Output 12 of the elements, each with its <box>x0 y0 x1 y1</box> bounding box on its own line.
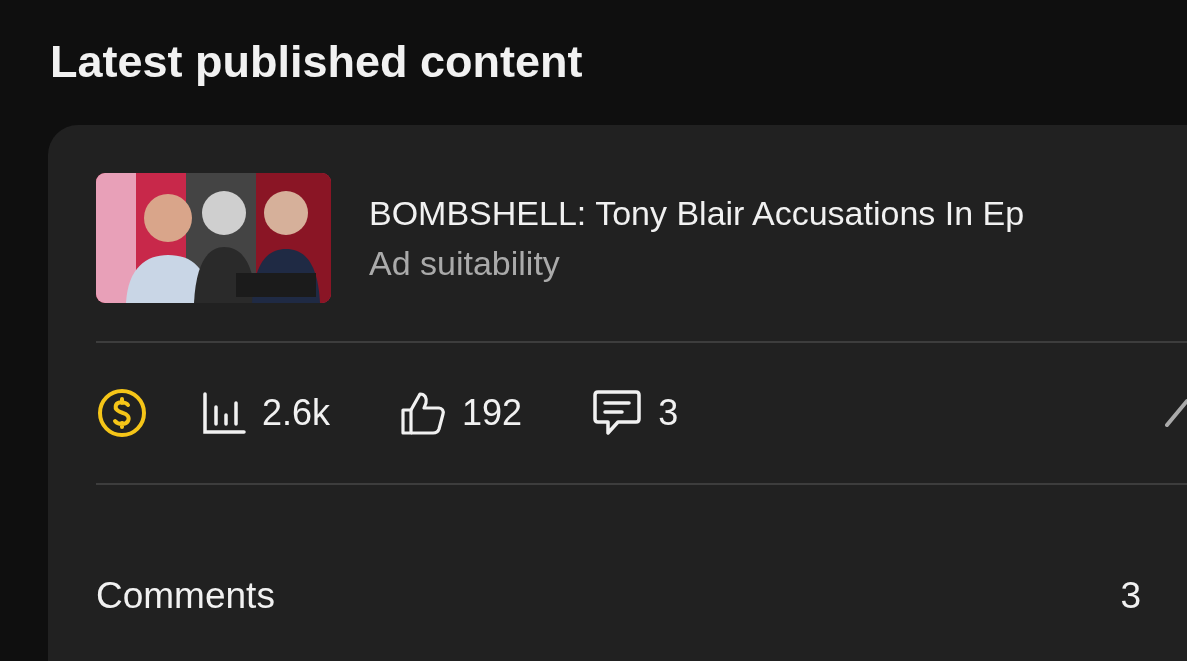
comments-label: Comments <box>96 575 275 617</box>
stat-count: 2.6k <box>262 392 331 434</box>
video-subtitle: Ad suitability <box>369 243 561 283</box>
dollar-icon <box>96 387 148 439</box>
thumbs-up-icon <box>400 390 447 436</box>
stat-count: 192 <box>462 392 523 434</box>
comments-count: 3 <box>1120 575 1141 617</box>
comment-icon <box>592 389 643 437</box>
video-title[interactable]: BOMBSHELL: Tony Blair Accusations In Ep <box>369 193 1025 233</box>
stat-count: 3 <box>658 392 679 434</box>
bar-chart-icon <box>202 391 246 435</box>
section-title: Latest published content <box>50 36 584 88</box>
